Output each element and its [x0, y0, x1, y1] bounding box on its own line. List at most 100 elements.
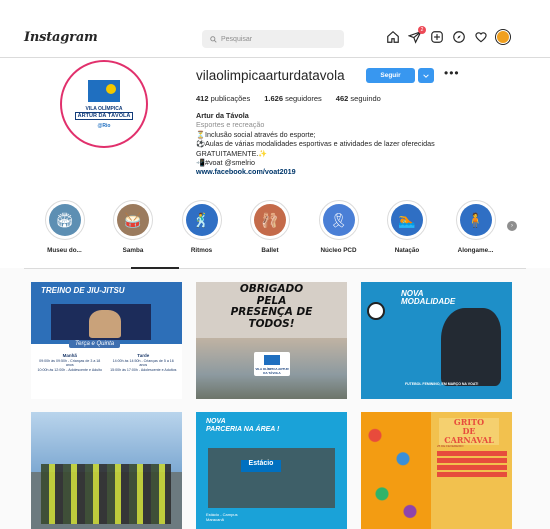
- schedule-line: 15:00h às 17:00h - Adolescente e Adultos: [110, 367, 177, 372]
- logo-text: VILA OLÍMPICA ARTUR DA TÁVOLA: [255, 367, 289, 375]
- bio-line: GRATUITAMENTE.✨: [196, 148, 268, 158]
- posts-stat: 412 publicações: [196, 94, 250, 103]
- followers-count: 1.626: [264, 94, 283, 103]
- home-icon[interactable]: [386, 30, 400, 44]
- highlight-icon: 🩰: [254, 204, 286, 236]
- bio-link[interactable]: www.facebook.com/voat2019: [196, 167, 496, 176]
- bio-line: ⏳Inclusão social através do esporte;: [196, 129, 316, 139]
- highlight-label: Núcleo PCD: [320, 247, 357, 254]
- post-tile-group-photo[interactable]: [31, 412, 182, 529]
- post-ribbon: Terça e Quinta: [69, 340, 121, 348]
- followers-stat[interactable]: 1.626 seguidores: [264, 94, 322, 103]
- highlight-label: Ritmos: [190, 247, 213, 254]
- heart-icon[interactable]: [474, 30, 488, 44]
- headline-line: PRESENÇA DE: [230, 306, 313, 318]
- top-navigation-bar: Instagram Pesquisar 2: [0, 0, 550, 58]
- post-photo-confetti: [361, 412, 431, 529]
- post-photo: [208, 448, 335, 508]
- soccer-ball-icon: [367, 302, 385, 320]
- highlight-item[interactable]: 🩰 Ballet: [246, 200, 295, 254]
- follow-button[interactable]: Seguir: [366, 68, 415, 83]
- post-tile-parceria[interactable]: NOVA PARCERIA NA ÁREA ! Estácio Estácio …: [196, 412, 347, 529]
- tab-posts-indicator[interactable]: [131, 267, 179, 269]
- highlight-cover: 🕺: [181, 200, 222, 240]
- profile-picture[interactable]: VILA OLÍMPICA ARTUR DA TÁVOLA @Rio: [60, 60, 148, 148]
- highlight-icon: 🏊: [391, 204, 423, 236]
- schedule-line: 14:00h às 14:50h - Crianças de 5 a 16 an…: [112, 358, 174, 368]
- highlights-next-arrow-icon[interactable]: ›: [507, 221, 517, 231]
- post-photo-athlete: [89, 310, 121, 338]
- highlight-item[interactable]: 🧍 Alongame...: [451, 200, 500, 254]
- notification-badge: 2: [418, 26, 426, 34]
- post-tile-carnaval[interactable]: GRITO DE CARNAVAL 25 DE FEVEREIRO: [361, 412, 512, 529]
- highlight-icon: 🏟: [48, 204, 81, 236]
- headline-line: NOVA: [206, 418, 226, 425]
- schedule-morning: Manhã 09:00h às 09:50h - Crianças de 3 a…: [35, 353, 105, 372]
- post-sign: Estácio: [241, 460, 281, 472]
- post-headline: OBRIGADO PELA PRESENÇA DE TODOS!: [196, 283, 347, 330]
- search-input[interactable]: Pesquisar: [202, 30, 344, 48]
- post-title: TREINO DE JIU-JITSU: [41, 286, 125, 295]
- schedule-date: 25 DE FEVEREIRO: [437, 444, 464, 448]
- footer-line: Maracanã: [206, 517, 224, 522]
- instagram-logo[interactable]: Instagram: [24, 30, 98, 45]
- post-footer: Estácio - Campus Maracanã: [206, 512, 238, 522]
- profile-header: VILA OLÍMPICA ARTUR DA TÁVOLA @Rio vilao…: [0, 58, 550, 268]
- highlight-cover: 🧍: [455, 200, 496, 240]
- profile-bio: Artur da Távola Esportes e recreação ⏳In…: [196, 111, 496, 177]
- highlight-item[interactable]: 🏊 Natação: [383, 200, 432, 254]
- user-avatar[interactable]: [496, 30, 510, 44]
- post-tile-nova-modalidade[interactable]: NOVA MODALIDADE FUTEBOL FEMININO, EM MAR…: [361, 282, 512, 399]
- schedule-band: [437, 458, 507, 463]
- post-tile-jiu-jitsu[interactable]: TREINO DE JIU-JITSU Terça e Quinta Manhã…: [31, 282, 182, 399]
- schedule-line: 10:00h às 12:00h - Adolescente e Adulto: [37, 367, 103, 372]
- posts-count: 412: [196, 94, 209, 103]
- following-stat[interactable]: 462 seguindo: [336, 94, 381, 103]
- post-headline: NOVA PARCERIA NA ÁREA !: [206, 418, 279, 434]
- highlight-item[interactable]: 🥁 Samba: [109, 200, 158, 254]
- suggested-dropdown-button[interactable]: [418, 68, 434, 83]
- post-photo-player: [441, 308, 501, 386]
- post-headline: GRITO DE CARNAVAL: [439, 418, 499, 445]
- profile-stats: 412 publicações 1.626 seguidores 462 seg…: [196, 94, 381, 103]
- post-photo-people: [41, 464, 171, 524]
- highlight-icon: 🕺: [185, 204, 218, 236]
- schedule-band: [437, 451, 507, 456]
- schedule-line: 09:00h às 09:50h - Crianças de 3 a 18 an…: [39, 358, 101, 368]
- post-footer: FUTEBOL FEMININO, EM MARÇO NA VOAT!: [405, 382, 479, 386]
- schedule-band: [437, 472, 507, 477]
- bio-line: 📲#voat @smelrio: [196, 158, 255, 168]
- nav-icons: 2: [386, 26, 510, 44]
- highlight-cover: 🏟: [44, 200, 85, 240]
- more-options-icon[interactable]: •••: [444, 66, 460, 80]
- profile-picture-line3: @Rio: [97, 122, 111, 129]
- explore-icon[interactable]: [452, 30, 466, 44]
- headline-line: OBRIGADO: [239, 283, 304, 295]
- post-tile-obrigado[interactable]: OBRIGADO PELA PRESENÇA DE TODOS! VILA OL…: [196, 282, 347, 399]
- tab-divider: [24, 268, 526, 269]
- profile-picture-line2: ARTUR DA TÁVOLA: [74, 111, 134, 120]
- story-highlights: 🏟 Museu do... 🥁 Samba 🕺 Ritmos 🩰 Ballet 🎗 Núcleo …: [40, 200, 500, 254]
- highlight-item[interactable]: 🏟 Museu do...: [40, 200, 89, 254]
- highlight-item[interactable]: 🕺 Ritmos: [177, 200, 226, 254]
- new-post-icon[interactable]: [430, 30, 444, 44]
- highlight-cover: 🩰: [250, 200, 290, 240]
- search-icon: [210, 35, 217, 43]
- bio-category: Esportes e recreação: [196, 120, 265, 130]
- direct-messages[interactable]: 2: [408, 26, 426, 44]
- highlight-label: Samba: [122, 247, 144, 254]
- schedule-band: [437, 465, 507, 470]
- search-placeholder: Pesquisar: [221, 35, 253, 43]
- following-count: 462: [335, 94, 349, 103]
- highlight-item[interactable]: 🎗 Núcleo PCD: [314, 200, 363, 254]
- schedule-head: Manhã: [62, 353, 77, 358]
- schedule-afternoon: Tarde 14:00h às 14:50h - Crianças de 5 a…: [109, 353, 179, 372]
- post-schedule: 25 DE FEVEREIRO: [437, 444, 507, 479]
- chevron-down-icon: [423, 73, 429, 78]
- following-label: seguindo: [350, 94, 381, 103]
- post-headline: NOVA MODALIDADE: [401, 290, 455, 306]
- profile-username: vilaolimpicaarturdatavola: [196, 68, 345, 83]
- followers-label: seguidores: [285, 94, 322, 103]
- headline-line: TODOS!: [248, 317, 295, 330]
- highlight-icon: 🥁: [117, 204, 149, 236]
